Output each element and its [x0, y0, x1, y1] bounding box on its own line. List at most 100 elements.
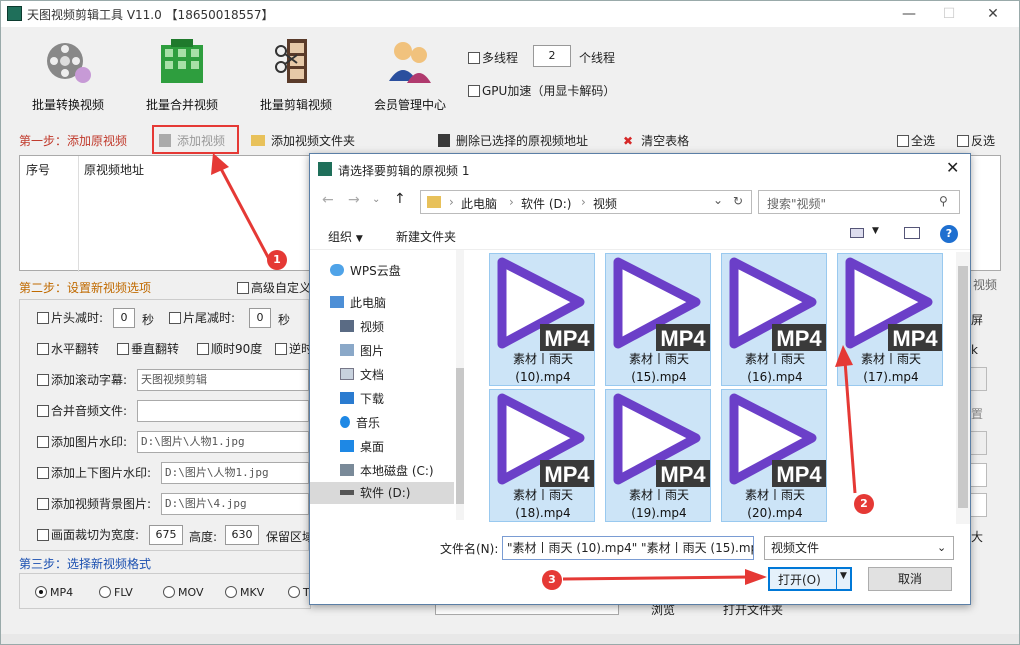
img-watermark-input[interactable]: D:\图片\人物1.jpg [137, 431, 309, 453]
batch-convert-button[interactable]: 批量转换视频 [23, 37, 113, 113]
format-flv-option[interactable]: FLV [99, 586, 133, 599]
scroll-sub-checkbox[interactable] [37, 374, 49, 386]
batch-edit-button[interactable]: 批量剪辑视频 [251, 37, 341, 113]
head-cut-input[interactable]: 0 [113, 308, 135, 328]
tail-cut-checkbox[interactable] [169, 312, 181, 324]
nav-scrollbar-thumb[interactable] [456, 368, 464, 504]
select-all-button[interactable]: 全选 [897, 132, 935, 149]
help-icon[interactable]: ? [940, 225, 958, 243]
crop-height-input[interactable]: 630 [225, 525, 259, 545]
format-t-option[interactable]: T [288, 586, 310, 599]
multithread-option[interactable]: 多线程 [468, 49, 518, 66]
img-watermark-option[interactable]: 添加图片水印: [37, 431, 127, 453]
format-mp4-option[interactable]: MP4 [35, 586, 73, 599]
advanced-checkbox[interactable] [237, 282, 249, 294]
tb-img-option[interactable]: 添加上下图片水印: [37, 462, 151, 484]
vflip-option[interactable]: 垂直翻转 [117, 338, 179, 360]
merge-audio-option[interactable]: 合并音频文件: [37, 400, 127, 422]
member-center-button[interactable]: 会员管理中心 [365, 37, 455, 113]
clear-table-button[interactable]: ✖ 清空表格 [623, 132, 689, 149]
invert-button[interactable]: 反选 [957, 132, 995, 149]
file-item[interactable]: MP4 素材丨雨天 (16).mp4 [721, 253, 827, 386]
advanced-option[interactable]: 高级自定义 [237, 279, 311, 296]
rotate-option[interactable]: 顺时90度 [197, 338, 262, 360]
format-flv-radio[interactable] [99, 586, 111, 598]
bg-img-input[interactable]: D:\图片\4.jpg [161, 493, 309, 515]
up-button[interactable]: ↑ [394, 191, 406, 207]
nav-drive-d[interactable]: 软件 (D:) [340, 482, 410, 504]
vflip-checkbox[interactable] [117, 343, 129, 355]
nav-wps-cloud[interactable]: WPS云盘 [330, 260, 401, 282]
nav-music[interactable]: 音乐 [340, 412, 380, 434]
batch-merge-button[interactable]: 批量合并视频 [137, 37, 227, 113]
head-cut-checkbox[interactable] [37, 312, 49, 324]
minimize-button[interactable]: — [889, 1, 929, 27]
open-dropdown-icon[interactable]: ▼ [840, 571, 847, 581]
breadcrumb-pc[interactable]: 此电脑 [461, 195, 497, 212]
format-mp4-radio[interactable] [35, 586, 47, 598]
file-item[interactable]: MP4 素材丨雨天 (20).mp4 [721, 389, 827, 522]
search-input[interactable]: 搜索"视频" ⚲ [758, 190, 960, 214]
address-bar[interactable]: › 此电脑 › 软件 (D:) › 视频 ⌄ ↻ [420, 190, 752, 214]
refresh-icon[interactable]: ↻ [733, 194, 743, 208]
open-split-button[interactable]: 打开(O) ▼ [768, 567, 852, 591]
rotate-ccw-checkbox[interactable] [275, 343, 287, 355]
tb-img-checkbox[interactable] [37, 467, 49, 479]
multithread-checkbox[interactable] [468, 52, 480, 64]
nav-videos[interactable]: 视频 [340, 316, 384, 338]
gpu-option[interactable]: GPU加速（用显卡解码） [468, 82, 615, 99]
back-button[interactable]: ← [322, 192, 334, 208]
preview-pane-icon[interactable] [904, 227, 920, 239]
format-t-radio[interactable] [288, 586, 300, 598]
file-item[interactable]: MP4 素材丨雨天 (19).mp4 [605, 389, 711, 522]
filetype-select[interactable]: 视频文件 ⌄ [764, 536, 954, 560]
view-dropdown-icon[interactable]: ▼ [872, 226, 879, 236]
recent-dropdown-icon[interactable]: ⌄ [372, 194, 380, 205]
hflip-option[interactable]: 水平翻转 [37, 338, 99, 360]
format-mkv-option[interactable]: MKV [225, 586, 264, 599]
format-mov-radio[interactable] [163, 586, 175, 598]
file-item[interactable]: MP4 素材丨雨天 (15).mp4 [605, 253, 711, 386]
scroll-sub-input[interactable]: 天图视频剪辑 [137, 369, 309, 391]
hflip-checkbox[interactable] [37, 343, 49, 355]
img-watermark-checkbox[interactable] [37, 436, 49, 448]
crop-checkbox[interactable] [37, 529, 49, 541]
format-mkv-radio[interactable] [225, 586, 237, 598]
nav-downloads[interactable]: 下载 [340, 388, 384, 410]
rotate-checkbox[interactable] [197, 343, 209, 355]
merge-audio-checkbox[interactable] [37, 405, 49, 417]
organize-menu[interactable]: 组织 ▼ [328, 228, 363, 245]
dialog-close-button[interactable]: ✕ [946, 158, 959, 177]
file-item[interactable]: MP4 素材丨雨天 (10).mp4 [489, 253, 595, 386]
bg-img-checkbox[interactable] [37, 498, 49, 510]
forward-button[interactable]: → [348, 192, 360, 208]
rotate-ccw-option[interactable]: 逆时 [275, 338, 313, 360]
cancel-button[interactable]: 取消 [868, 567, 952, 591]
view-icon[interactable] [850, 228, 864, 238]
filename-input[interactable]: "素材丨雨天 (10).mp4" "素材丨雨天 (15).mp4" "素材丨雨天… [502, 536, 754, 560]
delete-selected-button[interactable]: 删除已选择的原视频地址 [438, 132, 588, 149]
nav-this-pc[interactable]: 此电脑 [330, 292, 386, 314]
crop-width-input[interactable]: 675 [149, 525, 183, 545]
thread-count-input[interactable]: 2 [533, 45, 571, 67]
file-item[interactable]: MP4 素材丨雨天 (18).mp4 [489, 389, 595, 522]
crop-option[interactable]: 画面裁切为宽度: [37, 524, 139, 546]
breadcrumb-drive[interactable]: 软件 (D:) [521, 195, 571, 212]
open-button[interactable]: 打开(O) [778, 571, 821, 588]
nav-pictures[interactable]: 图片 [340, 340, 384, 362]
breadcrumb-folder[interactable]: 视频 [593, 195, 617, 212]
merge-audio-input[interactable] [137, 400, 309, 422]
nav-documents[interactable]: 文档 [340, 364, 384, 386]
new-folder-button[interactable]: 新建文件夹 [396, 228, 456, 245]
maximize-button[interactable]: ☐ [929, 1, 969, 27]
chevron-down-icon[interactable]: ⌄ [713, 193, 723, 207]
close-button[interactable]: ✕ [973, 1, 1013, 27]
nav-drive-c[interactable]: 本地磁盘 (C:) [340, 460, 434, 482]
bg-img-option[interactable]: 添加视频背景图片: [37, 493, 151, 515]
scroll-sub-option[interactable]: 添加滚动字幕: [37, 369, 127, 391]
tail-cut-input[interactable]: 0 [249, 308, 271, 328]
files-scrollbar-thumb[interactable] [958, 266, 968, 508]
format-mov-option[interactable]: MOV [163, 586, 203, 599]
tb-img-input[interactable]: D:\图片\人物1.jpg [161, 462, 309, 484]
gpu-checkbox[interactable] [468, 85, 480, 97]
